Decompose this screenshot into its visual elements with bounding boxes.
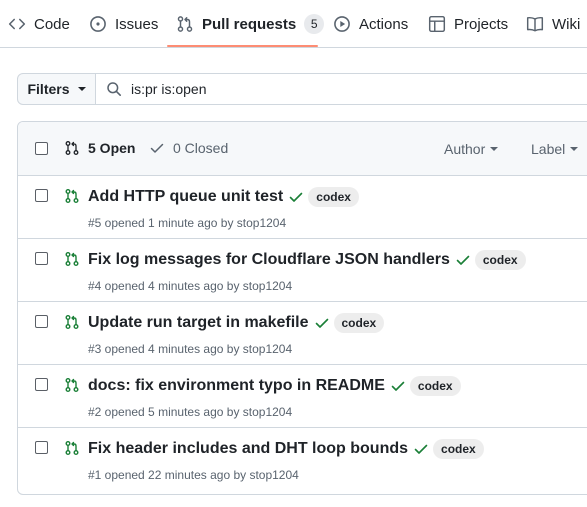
- tab-pull-requests[interactable]: Pull requests 5: [176, 0, 325, 48]
- pull-request-list: 5 Open 0 Closed Author Label Add HTTP qu…: [17, 121, 587, 495]
- tab-label: Wiki: [552, 15, 581, 33]
- pr-title-link[interactable]: Fix header includes and DHT loop bounds: [88, 440, 408, 458]
- closed-count-label: 0 Closed: [173, 140, 229, 156]
- pr-label[interactable]: codex: [308, 187, 359, 207]
- checks-passed-icon[interactable]: [455, 252, 471, 268]
- pr-meta: #2 opened 5 minutes ago by stop1204: [88, 405, 293, 419]
- search-icon: [106, 81, 122, 97]
- closed-filter-link[interactable]: 0 Closed: [149, 140, 228, 156]
- caret-down-icon: [490, 147, 499, 151]
- filters-button-label: Filters: [27, 81, 70, 97]
- git-pull-request-open-icon: [64, 377, 80, 393]
- pr-title-link[interactable]: Add HTTP queue unit test: [88, 188, 283, 206]
- pr-title-line: Fix header includes and DHT loop bounds …: [88, 439, 484, 459]
- git-pull-request-open-icon: [64, 188, 80, 204]
- author-filter-label: Author: [444, 141, 486, 157]
- row-checkbox[interactable]: [35, 315, 48, 328]
- play-icon: [333, 15, 351, 33]
- book-icon: [526, 15, 544, 33]
- pr-meta: #4 opened 4 minutes ago by stop1204: [88, 279, 293, 293]
- pr-label[interactable]: codex: [433, 439, 484, 459]
- pr-title-line: docs: fix environment typo in README cod…: [88, 376, 461, 396]
- git-pull-request-icon: [64, 140, 80, 156]
- pull-request-row: Add HTTP queue unit test codex #5 opened…: [18, 176, 587, 239]
- author-filter-dropdown[interactable]: Author: [444, 141, 499, 157]
- pr-title-link[interactable]: Fix log messages for Cloudflare JSON han…: [88, 251, 450, 269]
- search-field: [96, 74, 587, 104]
- checks-passed-icon[interactable]: [288, 189, 304, 205]
- pr-label[interactable]: codex: [333, 313, 385, 333]
- pull-request-row: Fix header includes and DHT loop bounds …: [18, 428, 587, 491]
- code-icon: [8, 15, 26, 33]
- pr-title-link[interactable]: docs: fix environment typo in README: [88, 377, 385, 395]
- git-pull-request-open-icon: [64, 251, 80, 267]
- tab-label: Code: [34, 15, 70, 33]
- label-filter-label: Label: [531, 141, 566, 157]
- checks-passed-icon[interactable]: [314, 315, 330, 331]
- filter-bar: Filters: [17, 73, 587, 105]
- tab-actions[interactable]: Actions: [333, 0, 408, 48]
- tab-label: Projects: [454, 15, 509, 33]
- pr-label[interactable]: codex: [474, 250, 526, 270]
- pr-title-link[interactable]: Update run target in makefile: [88, 314, 309, 332]
- pr-meta: #1 opened 22 minutes ago by stop1204: [88, 468, 299, 482]
- repo-nav-tabs: Code Issues Pull requests 5 Actions Proj…: [0, 0, 587, 48]
- git-pull-request-icon: [176, 15, 194, 33]
- git-pull-request-open-icon: [64, 440, 80, 456]
- checks-passed-icon[interactable]: [413, 441, 429, 457]
- pull-request-count-badge: 5: [304, 14, 325, 34]
- list-header: 5 Open 0 Closed Author Label: [18, 122, 587, 176]
- pr-meta: #3 opened 4 minutes ago by stop1204: [88, 342, 293, 356]
- open-filter-link[interactable]: 5 Open: [64, 140, 135, 156]
- caret-down-icon: [570, 147, 579, 151]
- pull-request-row: Update run target in makefile codex #3 o…: [18, 302, 587, 365]
- pr-label[interactable]: codex: [409, 376, 461, 396]
- tab-projects[interactable]: Projects: [428, 0, 508, 48]
- tab-label: Pull requests: [202, 15, 297, 33]
- pr-title-line: Fix log messages for Cloudflare JSON han…: [88, 250, 526, 270]
- pr-title-line: Update run target in makefile codex: [88, 313, 385, 333]
- row-checkbox[interactable]: [35, 189, 48, 202]
- open-count-label: 5 Open: [88, 140, 136, 156]
- tab-label: Actions: [359, 15, 409, 33]
- active-tab-underline: [167, 45, 318, 47]
- tab-code[interactable]: Code: [8, 0, 70, 48]
- pr-title-line: Add HTTP queue unit test codex: [88, 187, 359, 207]
- git-pull-request-open-icon: [64, 314, 80, 330]
- search-input[interactable]: [131, 81, 531, 97]
- pull-request-row: Fix log messages for Cloudflare JSON han…: [18, 239, 587, 302]
- label-filter-dropdown[interactable]: Label: [531, 141, 579, 157]
- filters-button[interactable]: Filters: [18, 74, 96, 104]
- row-checkbox[interactable]: [35, 378, 48, 391]
- issue-opened-icon: [89, 15, 107, 33]
- pr-meta: #5 opened 1 minute ago by stop1204: [88, 216, 287, 230]
- select-all-checkbox[interactable]: [35, 142, 48, 155]
- pull-request-row: docs: fix environment typo in README cod…: [18, 365, 587, 428]
- row-checkbox[interactable]: [35, 441, 48, 454]
- row-checkbox[interactable]: [35, 252, 48, 265]
- tab-label: Issues: [115, 15, 159, 33]
- caret-down-icon: [77, 87, 86, 91]
- checks-passed-icon[interactable]: [390, 378, 406, 394]
- check-icon: [149, 140, 165, 156]
- table-icon: [428, 15, 446, 33]
- tab-issues[interactable]: Issues: [89, 0, 158, 48]
- tab-wiki[interactable]: Wiki: [526, 0, 580, 48]
